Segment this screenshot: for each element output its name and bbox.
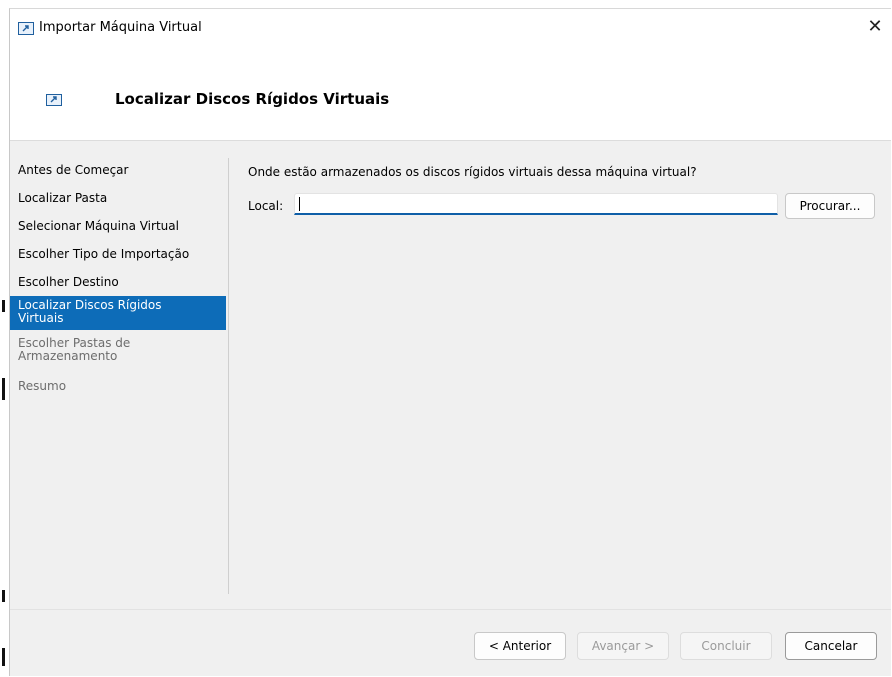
page-title: Localizar Discos Rígidos Virtuais xyxy=(115,90,390,108)
browse-button[interactable]: Procurar... xyxy=(785,193,875,219)
text-caret xyxy=(299,197,300,211)
background-mark xyxy=(2,300,5,312)
nav-item-localizar-discos-rigidos-virtuais[interactable]: Localizar Discos Rígidos Virtuais xyxy=(10,296,226,330)
nav-item-localizar-pasta[interactable]: Localizar Pasta xyxy=(10,191,226,205)
nav-item-label: Escolher Pastas de Armazenamento xyxy=(18,336,131,363)
background-mark xyxy=(2,590,5,602)
local-path-input[interactable] xyxy=(294,193,778,215)
next-button[interactable]: Avançar > xyxy=(577,632,669,660)
nav-item-label: Antes de Começar xyxy=(18,163,129,177)
nav-item-label: Resumo xyxy=(18,379,67,393)
nav-item-escolher-destino[interactable]: Escolher Destino xyxy=(10,275,226,289)
question-text: Onde estão armazenados os discos rígidos… xyxy=(248,165,697,179)
nav-item-resumo: Resumo xyxy=(10,379,226,393)
nav-divider xyxy=(228,158,229,594)
nav-item-escolher-tipo-de-importacao[interactable]: Escolher Tipo de Importação xyxy=(10,247,226,261)
finish-button[interactable]: Concluir xyxy=(680,632,772,660)
nav-item-label: Localizar Discos Rígidos Virtuais xyxy=(18,298,162,325)
local-label: Local: xyxy=(248,199,284,213)
background-mark xyxy=(2,648,5,666)
cancel-button[interactable]: Cancelar xyxy=(785,632,877,660)
nav-item-label: Localizar Pasta xyxy=(18,191,108,205)
nav-item-escolher-pastas-de-armazenamento: Escolher Pastas de Armazenamento xyxy=(10,337,226,363)
nav-item-label: Escolher Destino xyxy=(18,275,119,289)
background-mark xyxy=(2,378,5,400)
previous-button[interactable]: < Anterior xyxy=(474,632,566,660)
footer-divider xyxy=(10,609,891,610)
close-button[interactable]: ✕ xyxy=(863,15,887,39)
import-vm-dialog: Importar Máquina Virtual ✕ Localizar Dis… xyxy=(9,8,891,676)
import-vm-icon xyxy=(18,22,34,35)
title-bar[interactable]: Importar Máquina Virtual ✕ xyxy=(10,9,891,49)
import-vm-icon xyxy=(46,94,62,106)
nav-item-selecionar-maquina-virtual[interactable]: Selecionar Máquina Virtual xyxy=(10,219,226,233)
close-icon: ✕ xyxy=(867,16,883,37)
window-title: Importar Máquina Virtual xyxy=(39,20,202,35)
wizard-header: Localizar Discos Rígidos Virtuais xyxy=(10,49,891,141)
nav-item-antes-de-comecar[interactable]: Antes de Começar xyxy=(10,163,226,177)
nav-item-label: Selecionar Máquina Virtual xyxy=(18,219,179,233)
nav-item-label: Escolher Tipo de Importação xyxy=(18,247,190,261)
